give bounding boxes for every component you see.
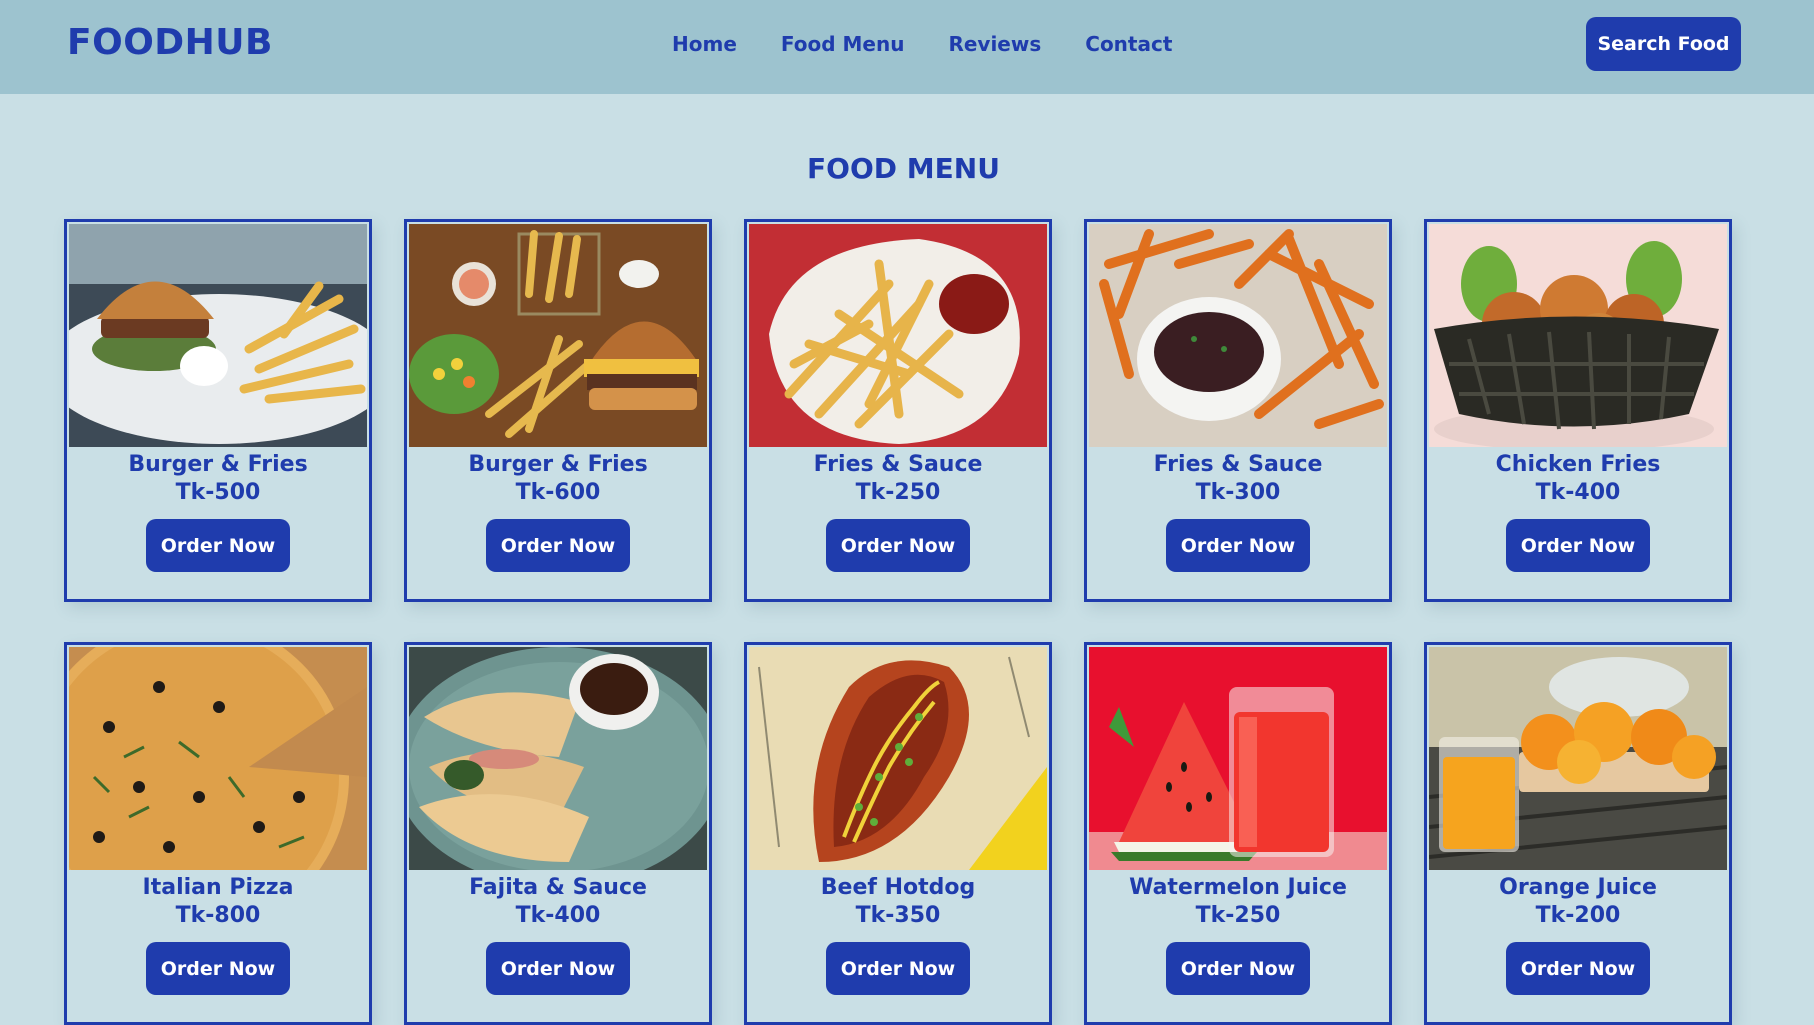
navbar: FOODHUB Home Food Menu Reviews Contact S… xyxy=(0,0,1814,94)
item-price: Tk-300 xyxy=(1195,480,1281,505)
order-now-button[interactable]: Order Now xyxy=(826,942,970,995)
menu-card: Chicken Fries Tk-400 Order Now xyxy=(1424,219,1732,602)
item-name: Burger & Fries xyxy=(468,452,648,477)
item-name: Burger & Fries xyxy=(128,452,308,477)
food-photo xyxy=(69,224,367,447)
menu-card: Italian Pizza Tk-800 Order Now xyxy=(64,642,372,1025)
order-now-button[interactable]: Order Now xyxy=(1506,519,1650,572)
food-photo xyxy=(409,647,707,870)
menu-card: Fries & Sauce Tk-300 Order Now xyxy=(1084,219,1392,602)
item-price: Tk-400 xyxy=(1535,480,1621,505)
item-name: Fries & Sauce xyxy=(813,452,983,477)
item-price: Tk-350 xyxy=(855,903,941,928)
food-photo xyxy=(1429,647,1727,870)
food-menu-grid: Burger & Fries Tk-500 Order Now Burger &… xyxy=(64,219,1732,1025)
food-photo xyxy=(1429,224,1727,447)
order-now-button[interactable]: Order Now xyxy=(146,942,290,995)
food-photo xyxy=(749,647,1047,870)
nav-link-reviews[interactable]: Reviews xyxy=(948,32,1041,56)
item-price: Tk-800 xyxy=(175,903,261,928)
search-food-button[interactable]: Search Food xyxy=(1586,17,1741,71)
nav-links: Home Food Menu Reviews Contact xyxy=(672,32,1216,56)
item-price: Tk-250 xyxy=(855,480,941,505)
food-photo xyxy=(749,224,1047,447)
order-now-button[interactable]: Order Now xyxy=(1506,942,1650,995)
item-name: Beef Hotdog xyxy=(820,875,976,900)
section-title: FOOD MENU xyxy=(807,152,1000,185)
menu-card: Beef Hotdog Tk-350 Order Now xyxy=(744,642,1052,1025)
item-price: Tk-500 xyxy=(175,480,261,505)
item-name: Fries & Sauce xyxy=(1153,452,1323,477)
item-price: Tk-400 xyxy=(515,903,601,928)
brand-logo[interactable]: FOODHUB xyxy=(67,22,273,63)
food-photo xyxy=(409,224,707,447)
item-price: Tk-250 xyxy=(1195,903,1281,928)
item-name: Italian Pizza xyxy=(142,875,294,900)
order-now-button[interactable]: Order Now xyxy=(1166,942,1310,995)
item-price: Tk-200 xyxy=(1535,903,1621,928)
nav-link-home[interactable]: Home xyxy=(672,32,737,56)
order-now-button[interactable]: Order Now xyxy=(146,519,290,572)
nav-link-contact[interactable]: Contact xyxy=(1085,32,1172,56)
menu-card: Watermelon Juice Tk-250 Order Now xyxy=(1084,642,1392,1025)
food-photo xyxy=(69,647,367,870)
order-now-button[interactable]: Order Now xyxy=(826,519,970,572)
menu-card: Burger & Fries Tk-500 Order Now xyxy=(64,219,372,602)
menu-card: Fajita & Sauce Tk-400 Order Now xyxy=(404,642,712,1025)
order-now-button[interactable]: Order Now xyxy=(486,942,630,995)
food-photo xyxy=(1089,224,1387,447)
food-photo xyxy=(1089,647,1387,870)
item-price: Tk-600 xyxy=(515,480,601,505)
nav-link-food-menu[interactable]: Food Menu xyxy=(781,32,905,56)
menu-card: Fries & Sauce Tk-250 Order Now xyxy=(744,219,1052,602)
item-name: Fajita & Sauce xyxy=(469,875,647,900)
order-now-button[interactable]: Order Now xyxy=(1166,519,1310,572)
item-name: Watermelon Juice xyxy=(1129,875,1347,900)
menu-card: Burger & Fries Tk-600 Order Now xyxy=(404,219,712,602)
item-name: Chicken Fries xyxy=(1495,452,1661,477)
order-now-button[interactable]: Order Now xyxy=(486,519,630,572)
menu-card: Orange Juice Tk-200 Order Now xyxy=(1424,642,1732,1025)
item-name: Orange Juice xyxy=(1499,875,1657,900)
